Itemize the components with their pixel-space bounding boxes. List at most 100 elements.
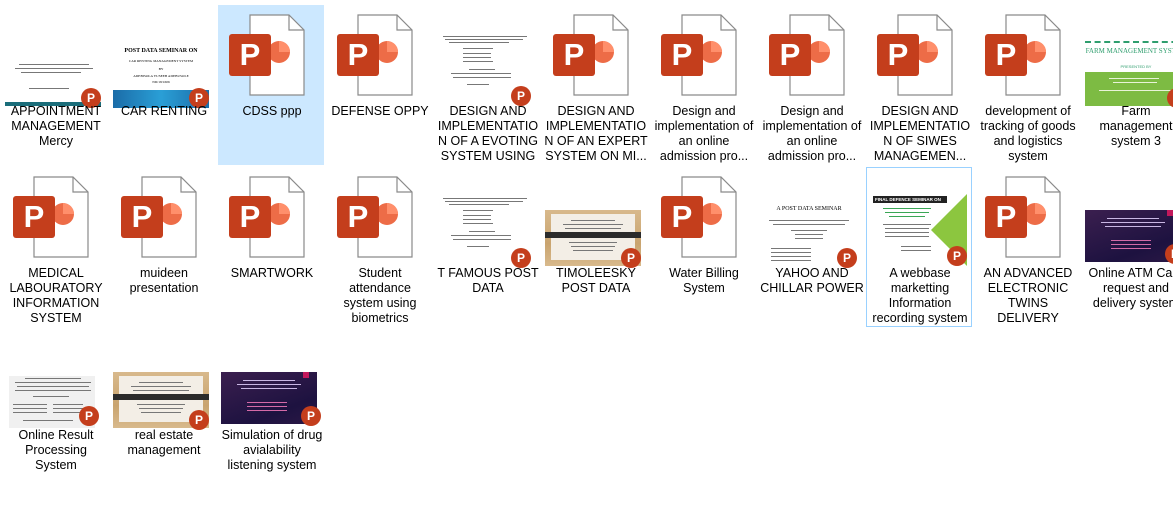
slide-thumbnail: A POST DATA SEMINAR P (759, 172, 865, 268)
file-item[interactable]: P Design and implementation of an online … (650, 5, 756, 165)
slide-thumbnail: P (435, 10, 541, 106)
file-item[interactable]: P SMARTWORK (218, 167, 324, 327)
file-item[interactable]: FARM MANAGEMENT SYSTEMPRESENTED BYPFarm … (1082, 5, 1173, 165)
slide-thumbnail: P (435, 172, 541, 268)
slide-subtitle-text: PRESENTED BY (1120, 64, 1152, 69)
powerpoint-p-icon: P (13, 196, 55, 238)
file-item[interactable]: POST DATA SEMINAR ON CAR RENTING MANAGEME… (110, 5, 216, 165)
powerpoint-file-icon: P (651, 172, 757, 268)
file-name-label: muideen presentation (129, 266, 199, 295)
file-name-label: Design and implementation of an online a… (762, 104, 862, 163)
file-name-label: Simulation of drug avialability listenin… (221, 428, 323, 472)
powerpoint-file-icon: P (219, 10, 325, 106)
file-item[interactable]: P DESIGN AND IMPLEMENTATIO N OF A EVOTING… (434, 5, 540, 165)
slide-text-line (463, 219, 491, 220)
slide-thumbnail: FINAL DEFENCE SEMINAR ON P (867, 172, 973, 268)
slide-text-line (453, 77, 511, 78)
slide-text-line (1107, 218, 1159, 219)
file-item[interactable]: P DESIGN AND IMPLEMENTATIO N OF SIWES MAN… (866, 5, 972, 165)
slide-id-text: ND/18/1606 (152, 80, 170, 84)
p-letter-icon: P (1165, 244, 1173, 264)
p-letter-icon: P (189, 410, 209, 430)
file-item[interactable]: PT FAMOUS POST DATA (434, 167, 540, 327)
file-item[interactable]: P TIMOLEESKY POST DATA (542, 167, 648, 327)
slide-text-line (449, 42, 509, 43)
slide-text-line (141, 412, 181, 413)
slide-text-line (449, 204, 509, 205)
slide-title-text: POST DATA SEMINAR ON (124, 48, 198, 54)
file-item[interactable]: P APPOINTMENT MANAGEMENT Mercy (2, 5, 108, 165)
slide-preview (1085, 210, 1173, 262)
slide-text-line (1111, 248, 1151, 249)
powerpoint-file-icon: P (327, 10, 433, 106)
slide-text-line (13, 412, 47, 413)
slide-text-line (771, 248, 811, 249)
slide-text-line (463, 61, 493, 62)
slide-text-line (451, 73, 511, 74)
slide-text-line (13, 404, 47, 405)
file-name-label: YAHOO AND CHILLAR POWER (760, 266, 864, 295)
file-name-label: Student attendance system using biometri… (343, 266, 417, 325)
file-item[interactable]: P DESIGN AND IMPLEMENTATIO N OF AN EXPERT… (542, 5, 648, 165)
slide-text-line (139, 382, 183, 383)
file-name-label: MEDICAL LABOURATORY INFORMATION SYSTEM (9, 266, 103, 325)
file-name-label: DEFENSE OPPY (331, 104, 429, 118)
file-item[interactable]: P DEFENSE OPPY (326, 5, 432, 165)
file-item[interactable]: P CDSS ppp (218, 5, 324, 165)
slide-text-line (463, 53, 491, 54)
slide-text-line (795, 238, 823, 239)
powerpoint-file-icon: P (3, 172, 109, 268)
slide-text-line (53, 404, 83, 405)
file-item[interactable]: Pmuideen presentation (110, 167, 216, 327)
powerpoint-file-icon: P (327, 172, 433, 268)
file-item[interactable]: Preal estate management (110, 329, 216, 489)
slide-text-line (571, 246, 615, 247)
file-item[interactable]: P MEDICAL LABOURATORY INFORMATION SYSTEM (2, 167, 108, 327)
slide-text-line (463, 48, 493, 49)
slide-title-text: FARM MANAGEMENT SYSTEM (1085, 47, 1173, 55)
file-item[interactable]: POnline ATM Card request and delivery sy… (1082, 167, 1173, 327)
p-letter-icon: P (301, 406, 321, 426)
slide-text-line (13, 408, 47, 409)
file-item[interactable]: P AN ADVANCED ELECTRONIC TWINS DELIVERY R… (974, 167, 1080, 327)
file-item[interactable]: FINAL DEFENCE SEMINAR ON P A webbase marke… (866, 167, 972, 327)
file-item[interactable]: P Design and implementation of an online … (758, 5, 864, 165)
slide-text-line (901, 250, 931, 251)
slide-text-line (137, 404, 185, 405)
p-letter-icon: P (621, 248, 641, 268)
file-item[interactable]: P Student attendance system using biometr… (326, 167, 432, 327)
slide-text-line (1101, 222, 1165, 223)
slide-text-line (573, 250, 613, 251)
powerpoint-badge-icon: P (301, 406, 321, 426)
slide-text-line (771, 260, 811, 261)
slide-pink-accent (303, 372, 309, 378)
file-item[interactable]: P Online Result Processing System (2, 329, 108, 489)
slide-text-line (243, 380, 295, 381)
file-item[interactable]: Pdevelopment of tracking of goods and lo… (974, 5, 1080, 165)
powerpoint-p-icon: P (553, 34, 595, 76)
file-name-label: A webbase marketting Information recordi… (872, 266, 968, 325)
slide-text-line (445, 39, 523, 40)
slide-title-text: FINAL DEFENCE SEMINAR ON (873, 196, 947, 203)
p-letter-icon: P (511, 248, 531, 268)
slide-text-line (791, 230, 827, 231)
powerpoint-file-icon: P (219, 172, 325, 268)
p-letter-icon: P (947, 246, 967, 266)
slide-text-line (21, 72, 81, 73)
slide-thumbnail: FARM MANAGEMENT SYSTEMPRESENTED BYP (1083, 10, 1173, 108)
p-letter-icon: P (511, 86, 531, 106)
file-item[interactable]: A POST DATA SEMINAR P YAHOO AND CHILLAR PO… (758, 167, 864, 327)
slide-text-line (17, 386, 89, 387)
slide-title-text: A POST DATA SEMINAR (776, 206, 842, 212)
p-letter-icon: P (837, 248, 857, 268)
slide-text-line (139, 408, 183, 409)
slide-text-line (795, 234, 823, 235)
file-item[interactable]: P Simulation of drug avialability listeni… (218, 329, 324, 489)
slide-text-line (469, 231, 495, 232)
file-name-label: APPOINTMENT MANAGEMENT Mercy (10, 104, 102, 148)
slide-dark-band (113, 394, 209, 400)
powerpoint-badge-icon: P (79, 406, 99, 426)
file-item[interactable]: P Water Billing System (650, 167, 756, 327)
slide-text-line (443, 198, 527, 199)
slide-preview: FARM MANAGEMENT SYSTEM PRESENTED BY (1085, 38, 1173, 106)
